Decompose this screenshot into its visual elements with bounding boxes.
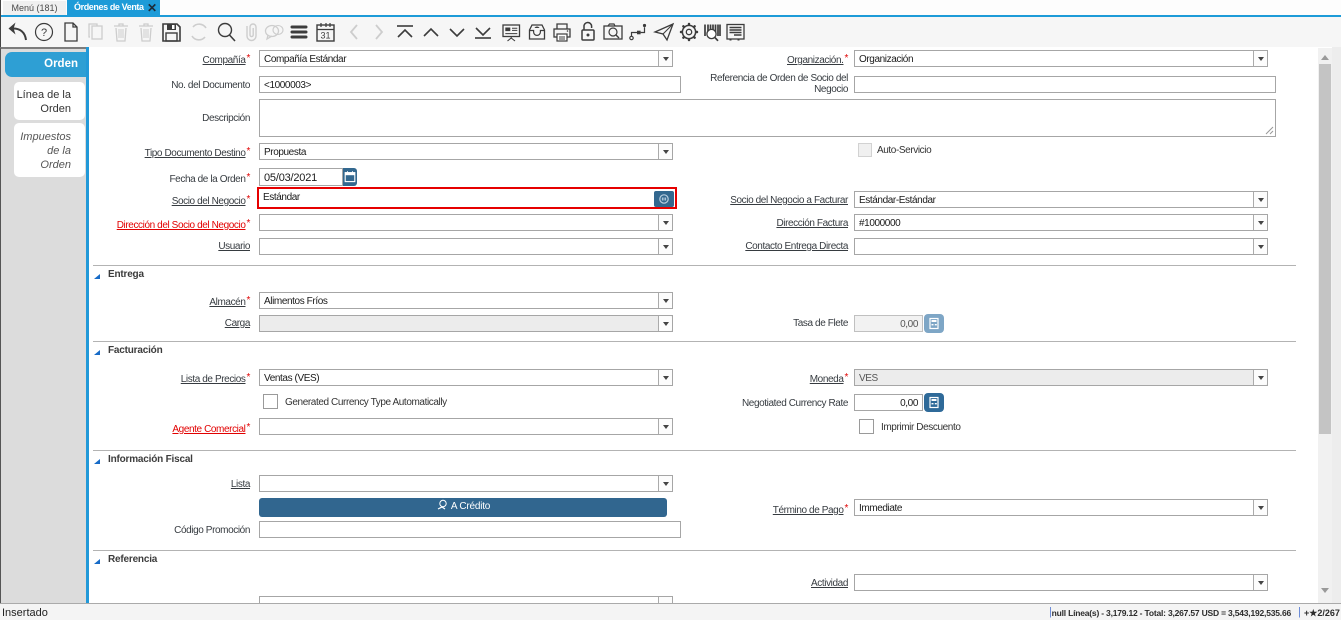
svg-text:31: 31 xyxy=(320,31,330,41)
svg-text:?: ? xyxy=(41,27,47,39)
